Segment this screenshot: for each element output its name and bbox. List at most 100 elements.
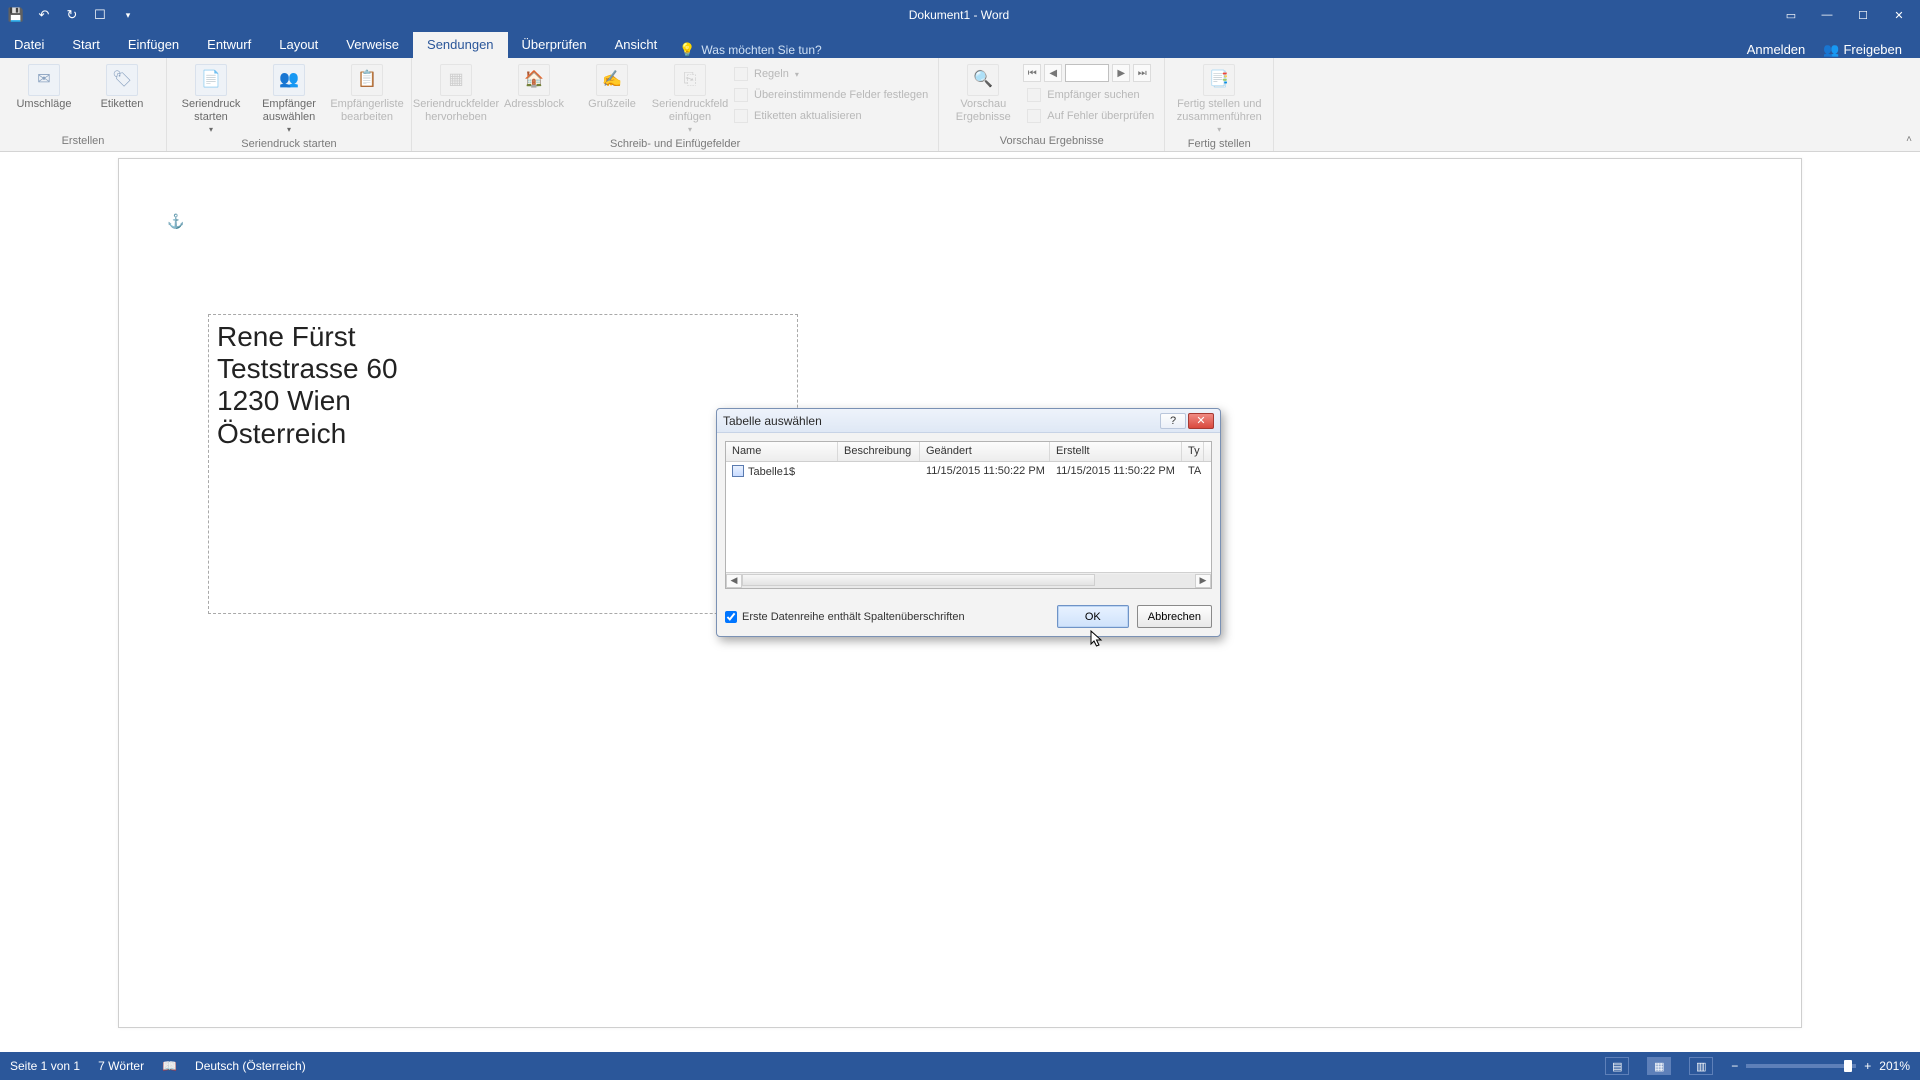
update-labels-button[interactable]: Etiketten aktualisieren <box>730 106 932 126</box>
highlight-fields-label: Seriendruckfelder hervorheben <box>413 98 499 123</box>
tab-einfuegen[interactable]: Einfügen <box>114 32 193 58</box>
dialog-titlebar[interactable]: Tabelle auswählen ? ✕ <box>717 409 1220 433</box>
first-row-headers-checkbox[interactable]: Erste Datenreihe enthält Spaltenüberschr… <box>725 611 965 623</box>
read-mode-icon[interactable]: ▤ <box>1605 1057 1629 1075</box>
group-finish: 📑Fertig stellen und zusammenführen▾ Fert… <box>1165 58 1274 151</box>
grusszeile-button[interactable]: ✍Grußzeile <box>574 62 650 136</box>
scroll-right-icon[interactable]: ▶ <box>1195 574 1211 588</box>
dialog-title: Tabelle auswählen <box>723 414 822 428</box>
col-beschreibung[interactable]: Beschreibung <box>838 442 920 461</box>
group-erstellen-label: Erstellen <box>62 133 105 149</box>
cell-name-text: Tabelle1$ <box>748 466 795 478</box>
touch-mode-icon[interactable]: ☐ <box>90 5 110 25</box>
col-geaendert[interactable]: Geändert <box>920 442 1050 461</box>
grusszeile-label: Grußzeile <box>588 98 636 111</box>
checkbox-label: Erste Datenreihe enthält Spaltenüberschr… <box>742 611 965 623</box>
zoom-out-button[interactable]: − <box>1731 1059 1738 1073</box>
sign-in-link[interactable]: Anmelden <box>1747 42 1806 58</box>
find-recipient-button[interactable]: Empfänger suchen <box>1023 85 1158 105</box>
scroll-thumb[interactable] <box>742 574 1095 586</box>
adressblock-button[interactable]: 🏠Adressblock <box>496 62 572 136</box>
update-labels-label: Etiketten aktualisieren <box>754 110 862 122</box>
insert-field-icon: ⎘ <box>674 64 706 96</box>
group-seriendruck-starten: 📄Seriendruck starten▾ 👥Empfänger auswähl… <box>167 58 412 151</box>
table-listview[interactable]: Name Beschreibung Geändert Erstellt Ty T… <box>725 441 1212 589</box>
prev-record-icon[interactable]: ◀ <box>1044 64 1062 82</box>
tab-entwurf[interactable]: Entwurf <box>193 32 265 58</box>
col-name[interactable]: Name <box>726 442 838 461</box>
scroll-left-icon[interactable]: ◀ <box>726 574 742 588</box>
seriendruck-starten-label: Seriendruck starten <box>175 98 247 123</box>
tab-start[interactable]: Start <box>58 32 113 58</box>
ribbon: ✉Umschläge 🏷Etiketten Erstellen 📄Seriend… <box>0 58 1920 152</box>
share-button[interactable]: 👥Freigeben <box>1823 42 1902 58</box>
page-indicator[interactable]: Seite 1 von 1 <box>10 1059 80 1073</box>
maximize-icon[interactable]: ☐ <box>1846 4 1880 26</box>
umschlaege-button[interactable]: ✉Umschläge <box>6 62 82 113</box>
qat-customize-icon[interactable]: ▾ <box>118 5 138 25</box>
zoom-slider[interactable] <box>1746 1064 1856 1068</box>
listview-hscroll[interactable]: ◀ ▶ <box>726 572 1211 588</box>
mailmerge-start-icon: 📄 <box>195 64 227 96</box>
zoom-in-button[interactable]: + <box>1864 1059 1871 1073</box>
cell-name: Tabelle1$ <box>726 462 838 482</box>
tab-ansicht[interactable]: Ansicht <box>601 32 672 58</box>
highlight-fields-button[interactable]: ▦Seriendruckfelder hervorheben <box>418 62 494 136</box>
next-record-icon[interactable]: ▶ <box>1112 64 1130 82</box>
rules-label: Regeln <box>754 68 789 80</box>
last-record-icon[interactable]: ⏭ <box>1133 64 1151 82</box>
tab-ueberpruefen[interactable]: Überprüfen <box>508 32 601 58</box>
word-count[interactable]: 7 Wörter <box>98 1059 144 1073</box>
redo-icon[interactable]: ↻ <box>62 5 82 25</box>
record-navigator: ⏮ ◀ ▶ ⏭ <box>1023 64 1158 82</box>
zoom-thumb[interactable] <box>1844 1060 1852 1072</box>
finish-merge-button[interactable]: 📑Fertig stellen und zusammenführen▾ <box>1171 62 1267 136</box>
find-recipient-icon <box>1027 88 1041 102</box>
table-row[interactable]: Tabelle1$ 11/15/2015 11:50:22 PM 11/15/2… <box>726 462 1211 482</box>
ribbon-display-options-icon[interactable]: ▭ <box>1774 4 1808 26</box>
scroll-track[interactable] <box>742 574 1195 588</box>
listview-header: Name Beschreibung Geändert Erstellt Ty <box>726 442 1211 462</box>
zoom-percent[interactable]: 201% <box>1879 1059 1910 1073</box>
record-number-input[interactable] <box>1065 64 1109 82</box>
rules-button[interactable]: Regeln▾ <box>730 64 932 84</box>
ok-button[interactable]: OK <box>1057 605 1129 628</box>
preview-results-button[interactable]: 🔍Vorschau Ergebnisse <box>945 62 1021 126</box>
insert-merge-field-button[interactable]: ⎘Seriendruckfeld einfügen▾ <box>652 62 728 136</box>
col-typ[interactable]: Ty <box>1182 442 1204 461</box>
empfaengerliste-bearbeiten-button[interactable]: 📋Empfängerliste bearbeiten <box>329 62 405 136</box>
dialog-help-icon[interactable]: ? <box>1160 413 1186 429</box>
minimize-icon[interactable]: — <box>1810 4 1844 26</box>
first-record-icon[interactable]: ⏮ <box>1023 64 1041 82</box>
dialog-close-icon[interactable]: ✕ <box>1188 413 1214 429</box>
address-text-box[interactable]: Rene Fürst Teststrasse 60 1230 Wien Öste… <box>208 314 798 614</box>
tab-verweise[interactable]: Verweise <box>332 32 413 58</box>
group-finish-label: Fertig stellen <box>1188 136 1251 152</box>
web-layout-icon[interactable]: ▥ <box>1689 1057 1713 1075</box>
tab-sendungen[interactable]: Sendungen <box>413 32 508 58</box>
col-erstellt[interactable]: Erstellt <box>1050 442 1182 461</box>
checkbox-input[interactable] <box>725 611 737 623</box>
match-fields-button[interactable]: Übereinstimmende Felder festlegen <box>730 85 932 105</box>
save-icon[interactable]: 💾 <box>6 5 26 25</box>
check-errors-button[interactable]: Auf Fehler überprüfen <box>1023 106 1158 126</box>
empfaenger-auswaehlen-button[interactable]: 👥Empfänger auswählen▾ <box>251 62 327 136</box>
tab-datei[interactable]: Datei <box>0 32 58 58</box>
print-layout-icon[interactable]: ▦ <box>1647 1057 1671 1075</box>
language-indicator[interactable]: Deutsch (Österreich) <box>195 1059 306 1073</box>
undo-icon[interactable]: ↶ <box>34 5 54 25</box>
etiketten-button[interactable]: 🏷Etiketten <box>84 62 160 113</box>
close-icon[interactable]: ✕ <box>1882 4 1916 26</box>
group-fields: ▦Seriendruckfelder hervorheben 🏠Adressbl… <box>412 58 939 151</box>
group-preview: 🔍Vorschau Ergebnisse ⏮ ◀ ▶ ⏭ Empfänger s… <box>939 58 1165 151</box>
seriendruck-starten-button[interactable]: 📄Seriendruck starten▾ <box>173 62 249 136</box>
dialog-body: Name Beschreibung Geändert Erstellt Ty T… <box>717 433 1220 597</box>
cancel-button[interactable]: Abbrechen <box>1137 605 1212 628</box>
tab-layout[interactable]: Layout <box>265 32 332 58</box>
proofing-icon[interactable]: 📖 <box>162 1059 177 1073</box>
group-erstellen: ✉Umschläge 🏷Etiketten Erstellen <box>0 58 167 151</box>
addr-line-1: Rene Fürst <box>217 321 789 353</box>
tell-me-box[interactable]: 💡 Was möchten Sie tun? <box>679 42 821 58</box>
dialog-footer: Erste Datenreihe enthält Spaltenüberschr… <box>717 597 1220 636</box>
collapse-ribbon-icon[interactable]: ˄ <box>1906 134 1912 145</box>
